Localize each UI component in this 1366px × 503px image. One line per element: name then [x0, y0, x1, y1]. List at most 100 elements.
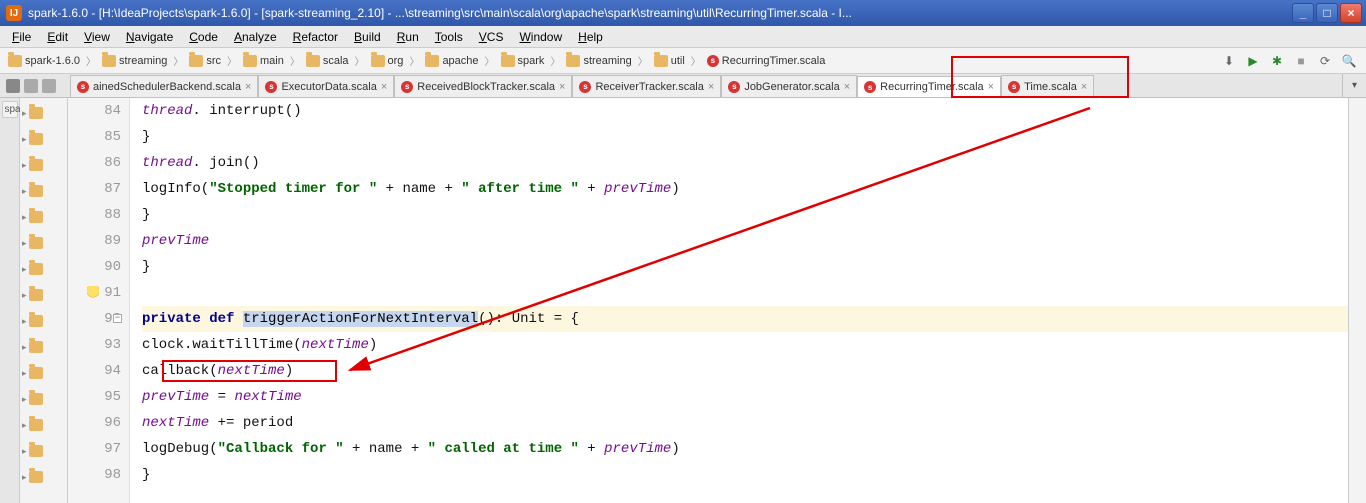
tree-row[interactable]: ▸ [20, 152, 67, 178]
tree-row[interactable]: ▸ [20, 360, 67, 386]
code-content[interactable]: thread. interrupt() } thread. join() log… [130, 98, 1348, 503]
code-line[interactable]: logInfo("Stopped timer for " + name + " … [142, 176, 1348, 202]
tab-jobgenerator-scala[interactable]: sJobGenerator.scala× [721, 75, 857, 97]
tab-label: ExecutorData.scala [281, 81, 376, 93]
code-line[interactable]: prevTime [142, 228, 1348, 254]
breadcrumb-spark-1-6-0[interactable]: spark-1.6.0 [4, 51, 84, 71]
line-number: 92− [68, 306, 121, 332]
tab-executordata-scala[interactable]: sExecutorData.scala× [258, 75, 394, 97]
line-number: 96 [68, 410, 121, 436]
search-button[interactable]: 🔍 [1340, 52, 1358, 70]
favorites-tool-icon[interactable] [42, 79, 56, 93]
tree-row[interactable]: ▸ [20, 308, 67, 334]
breadcrumb-scala[interactable]: scala [302, 51, 353, 71]
code-line[interactable]: } [142, 462, 1348, 488]
code-line[interactable]: callback(nextTime) [142, 358, 1348, 384]
structure-tool-icon[interactable] [24, 79, 38, 93]
close-icon[interactable]: × [988, 81, 994, 93]
tree-row[interactable]: ▸ [20, 204, 67, 230]
code-line[interactable]: nextTime += period [142, 410, 1348, 436]
tree-row[interactable]: ▸ [20, 438, 67, 464]
code-line[interactable]: clock.waitTillTime(nextTime) [142, 332, 1348, 358]
close-icon[interactable]: × [245, 81, 251, 93]
breadcrumb-util[interactable]: util [650, 51, 689, 71]
menu-view[interactable]: View [76, 27, 118, 47]
tree-row[interactable]: ▸ [20, 178, 67, 204]
breadcrumb-src[interactable]: src [185, 51, 225, 71]
breadcrumb-streaming[interactable]: streaming [98, 51, 171, 71]
lightbulb-icon[interactable] [87, 286, 99, 300]
chevron-right-icon: 〉 [548, 53, 562, 68]
menu-edit[interactable]: Edit [39, 27, 76, 47]
tree-row[interactable]: ▸ [20, 230, 67, 256]
build-button[interactable]: ⬇ [1220, 52, 1238, 70]
code-line[interactable]: prevTime = nextTime [142, 384, 1348, 410]
run-button[interactable]: ▶ [1244, 52, 1262, 70]
menu-tools[interactable]: Tools [427, 27, 471, 47]
tree-row[interactable]: ▸ [20, 256, 67, 282]
tab-time-scala[interactable]: sTime.scala× [1001, 75, 1094, 97]
code-line[interactable]: } [142, 202, 1348, 228]
window-title-bar: IJ spark-1.6.0 - [H:\IdeaProjects\spark-… [0, 0, 1366, 26]
expand-arrow-icon: ▸ [22, 316, 27, 327]
close-icon[interactable]: × [1081, 81, 1087, 93]
stop-button[interactable]: ■ [1292, 52, 1310, 70]
menu-help[interactable]: Help [570, 27, 611, 47]
menu-run[interactable]: Run [389, 27, 427, 47]
tab-recurringtimer-scala[interactable]: sRecurringTimer.scala× [857, 76, 1001, 97]
breadcrumb-recurringtimer-scala[interactable]: sRecurringTimer.scala [703, 51, 830, 71]
tab-ainedschedulerbackend-scala[interactable]: sainedSchedulerBackend.scala× [70, 75, 258, 97]
close-icon[interactable]: × [708, 81, 714, 93]
debug-button[interactable]: ✱ [1268, 52, 1286, 70]
tree-row[interactable]: ▸ [20, 464, 67, 490]
close-icon[interactable]: × [381, 81, 387, 93]
tab-overflow-button[interactable] [1342, 74, 1366, 97]
scala-file-icon: s [707, 55, 719, 67]
minimize-button[interactable] [1292, 3, 1314, 23]
menu-window[interactable]: Window [511, 27, 570, 47]
code-editor[interactable]: 848586878889909192−939495969798 thread. … [68, 98, 1348, 503]
code-line[interactable]: thread. interrupt() [142, 98, 1348, 124]
code-line[interactable]: private def triggerActionForNextInterval… [142, 306, 1348, 332]
breadcrumb-apache[interactable]: apache [421, 51, 482, 71]
tree-row[interactable]: ▸ [20, 386, 67, 412]
chevron-right-icon: 〉 [483, 53, 497, 68]
close-icon[interactable]: × [559, 81, 565, 93]
fold-toggle-icon[interactable]: − [113, 314, 122, 323]
menu-build[interactable]: Build [346, 27, 389, 47]
code-line[interactable]: } [142, 124, 1348, 150]
menu-code[interactable]: Code [181, 27, 226, 47]
code-line[interactable]: } [142, 254, 1348, 280]
folder-icon [29, 185, 43, 197]
breadcrumb-streaming[interactable]: streaming [562, 51, 635, 71]
folder-icon [29, 341, 43, 353]
menu-vcs[interactable]: VCS [471, 27, 512, 47]
project-tree[interactable]: ▸▸▸▸▸▸▸▸▸▸▸▸▸▸▸ [20, 98, 68, 503]
close-icon[interactable]: × [844, 81, 850, 93]
project-tool-icon[interactable] [6, 79, 20, 93]
close-window-button[interactable] [1340, 3, 1362, 23]
menu-navigate[interactable]: Navigate [118, 27, 181, 47]
code-line[interactable]: logDebug("Callback for " + name + " call… [142, 436, 1348, 462]
code-line[interactable] [142, 280, 1348, 306]
breadcrumb-main[interactable]: main [239, 51, 288, 71]
tab-receivedblocktracker-scala[interactable]: sReceivedBlockTracker.scala× [394, 75, 572, 97]
maximize-button[interactable] [1316, 3, 1338, 23]
tab-receivertracker-scala[interactable]: sReceiverTracker.scala× [572, 75, 721, 97]
left-rail-label[interactable]: spa [2, 101, 18, 118]
breadcrumb-spark[interactable]: spark [497, 51, 549, 71]
tree-row[interactable]: ▸ [20, 412, 67, 438]
line-number: 89 [68, 228, 121, 254]
update-button[interactable]: ⟳ [1316, 52, 1334, 70]
tree-row[interactable]: ▸ [20, 126, 67, 152]
tree-row[interactable]: ▸ [20, 334, 67, 360]
breadcrumb-org[interactable]: org [367, 51, 408, 71]
line-number: 94 [68, 358, 121, 384]
tree-row[interactable]: ▸ [20, 100, 67, 126]
menu-refactor[interactable]: Refactor [285, 27, 346, 47]
menu-analyze[interactable]: Analyze [226, 27, 285, 47]
tree-row[interactable]: ▸ [20, 282, 67, 308]
code-line[interactable]: thread. join() [142, 150, 1348, 176]
line-number: 97 [68, 436, 121, 462]
menu-file[interactable]: File [4, 27, 39, 47]
